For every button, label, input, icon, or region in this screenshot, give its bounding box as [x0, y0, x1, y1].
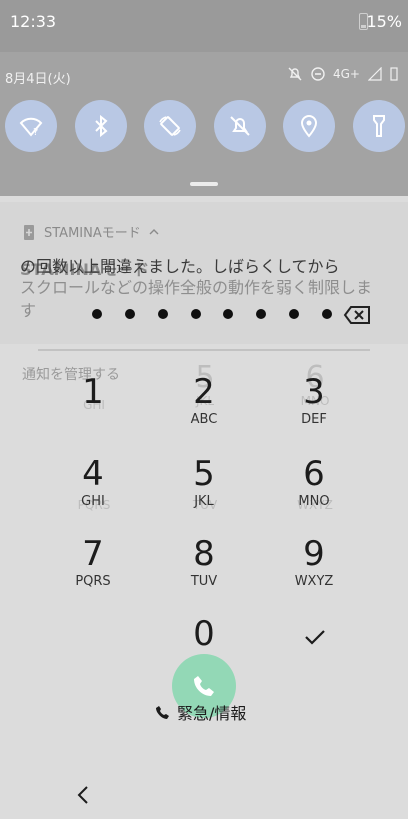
shade-drag-handle[interactable] — [190, 182, 218, 186]
quick-settings-tiles: ? — [0, 100, 408, 160]
emergency-label: 緊急/情報 — [177, 704, 247, 723]
svg-text:?: ? — [33, 127, 38, 138]
flashlight-icon — [373, 115, 385, 137]
pin-dot — [190, 309, 201, 319]
emergency-info-button[interactable]: 緊急/情報 — [155, 700, 246, 724]
phone-icon — [194, 676, 214, 696]
status-time: 12:33 — [10, 12, 57, 31]
wifi-tile[interactable]: ? — [5, 100, 57, 152]
battery-plus-icon — [24, 224, 34, 240]
do-not-disturb-tile[interactable] — [214, 100, 266, 152]
status-bar: 12:33 15% — [0, 0, 408, 44]
do-not-disturb-off-icon — [230, 116, 250, 136]
phone-small-icon — [156, 706, 169, 719]
pin-dot — [289, 309, 300, 319]
shade-date: 8月4日(火) — [5, 72, 71, 87]
keypad-key-6[interactable]: 6 MNO — [269, 454, 359, 518]
auto-rotate-tile[interactable] — [144, 100, 196, 152]
keypad-key-7[interactable]: 7 PQRS — [48, 534, 138, 598]
back-icon[interactable] — [72, 784, 94, 806]
wifi-question-icon: ? — [19, 117, 43, 138]
flashlight-tile[interactable] — [353, 100, 405, 152]
pin-dot — [157, 309, 168, 319]
bell-off-icon — [288, 67, 302, 81]
lockout-message: の回数以上間違えました。しばらくしてから — [20, 257, 340, 276]
minus-circle-icon — [311, 67, 325, 81]
quick-settings-card: 8月4日(火) 4G+ ? — [0, 52, 408, 196]
bluetooth-icon — [95, 114, 108, 138]
keypad-key-3[interactable]: 3 DEF — [269, 372, 359, 436]
quick-settings-panel: 8月4日(火) 4G+ ? — [0, 44, 408, 196]
pin-dots — [92, 303, 332, 325]
keypad-key-9[interactable]: 9 WXYZ — [269, 534, 359, 598]
pin-dot — [92, 309, 102, 319]
chevron-up-icon[interactable] — [149, 228, 159, 236]
pin-dot — [256, 309, 267, 319]
pin-divider — [38, 349, 370, 351]
signal-icon — [368, 67, 382, 81]
notification-app-name: STAMINAモード — [44, 226, 141, 241]
keypad-key-4[interactable]: 4 GHI — [48, 454, 138, 518]
shade-status-icons: 4G+ — [287, 66, 398, 82]
notification-header: STAMINAモード — [22, 222, 159, 241]
keypad-key-1[interactable]: 1 — [48, 372, 138, 436]
check-icon[interactable] — [300, 622, 330, 652]
location-tile[interactable] — [283, 100, 335, 152]
location-icon — [300, 115, 318, 138]
keypad-key-5[interactable]: 5 JKL — [159, 454, 249, 518]
keypad-key-8[interactable]: 8 TUV — [159, 534, 249, 598]
auto-rotate-icon — [159, 116, 181, 136]
pin-dot — [124, 309, 135, 319]
network-type: 4G+ — [333, 67, 360, 81]
battery-percentage: 15% — [366, 12, 402, 31]
pin-dot — [223, 309, 234, 319]
bluetooth-tile[interactable] — [75, 100, 127, 152]
keypad-key-2[interactable]: 2 ABC — [159, 372, 249, 436]
battery-small-icon — [390, 67, 398, 81]
backspace-icon[interactable] — [343, 305, 371, 325]
pin-dot — [321, 309, 332, 319]
